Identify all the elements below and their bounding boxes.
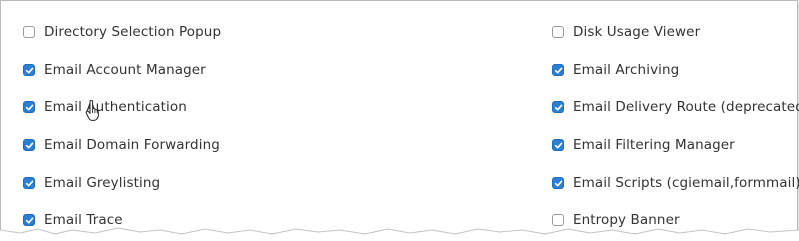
hand-pointer-cursor-icon [85,100,99,121]
checkmark-icon [25,142,33,148]
checkmark-icon [25,217,33,223]
checkbox[interactable] [552,64,564,76]
checkbox[interactable] [552,26,564,38]
feature-label: Email Filtering Manager [573,137,735,153]
feature-label: Email Domain Forwarding [44,137,220,153]
checkbox[interactable] [23,64,35,76]
feature-checkbox-email-account-manager[interactable]: Email Account Manager [23,59,206,81]
torn-edge [0,227,799,241]
checkbox[interactable] [23,139,35,151]
feature-label: Directory Selection Popup [44,24,222,40]
checkbox[interactable] [23,26,35,38]
feature-list-panel: Directory Selection Popup Email Account … [0,0,799,233]
checkbox[interactable] [552,214,564,226]
checkbox[interactable] [23,101,35,113]
checkmark-icon [554,180,562,186]
feature-label: Email Delivery Route (deprecated) [573,99,799,115]
feature-checkbox-email-greylisting[interactable]: Email Greylisting [23,172,160,194]
feature-checkbox-email-authentication[interactable]: Email Authentication [23,96,187,118]
checkbox[interactable] [23,177,35,189]
feature-checkbox-email-scripts[interactable]: Email Scripts (cgiemail,formmail) [552,172,799,194]
checkmark-icon [554,104,562,110]
checkbox[interactable] [552,177,564,189]
feature-checkbox-email-filtering-manager[interactable]: Email Filtering Manager [552,134,735,156]
feature-checkbox-directory-selection-popup[interactable]: Directory Selection Popup [23,21,221,43]
checkmark-icon [25,180,33,186]
feature-label: Email Account Manager [44,62,206,78]
feature-label: Email Archiving [573,62,680,78]
checkmark-icon [25,104,33,110]
feature-label: Email Authentication [44,99,187,115]
feature-checkbox-email-domain-forwarding[interactable]: Email Domain Forwarding [23,134,220,156]
checkmark-icon [25,67,33,73]
feature-label: Disk Usage Viewer [573,24,701,40]
checkbox[interactable] [23,214,35,226]
checkbox[interactable] [552,101,564,113]
checkmark-icon [554,142,562,148]
feature-checkbox-email-delivery-route[interactable]: Email Delivery Route (deprecated) [552,96,799,118]
feature-checkbox-disk-usage-viewer[interactable]: Disk Usage Viewer [552,21,700,43]
feature-label: Email Greylisting [44,175,161,191]
checkbox[interactable] [552,139,564,151]
feature-checkbox-email-archiving[interactable]: Email Archiving [552,59,679,81]
checkmark-icon [554,67,562,73]
feature-label: Email Scripts (cgiemail,formmail) [573,175,799,191]
